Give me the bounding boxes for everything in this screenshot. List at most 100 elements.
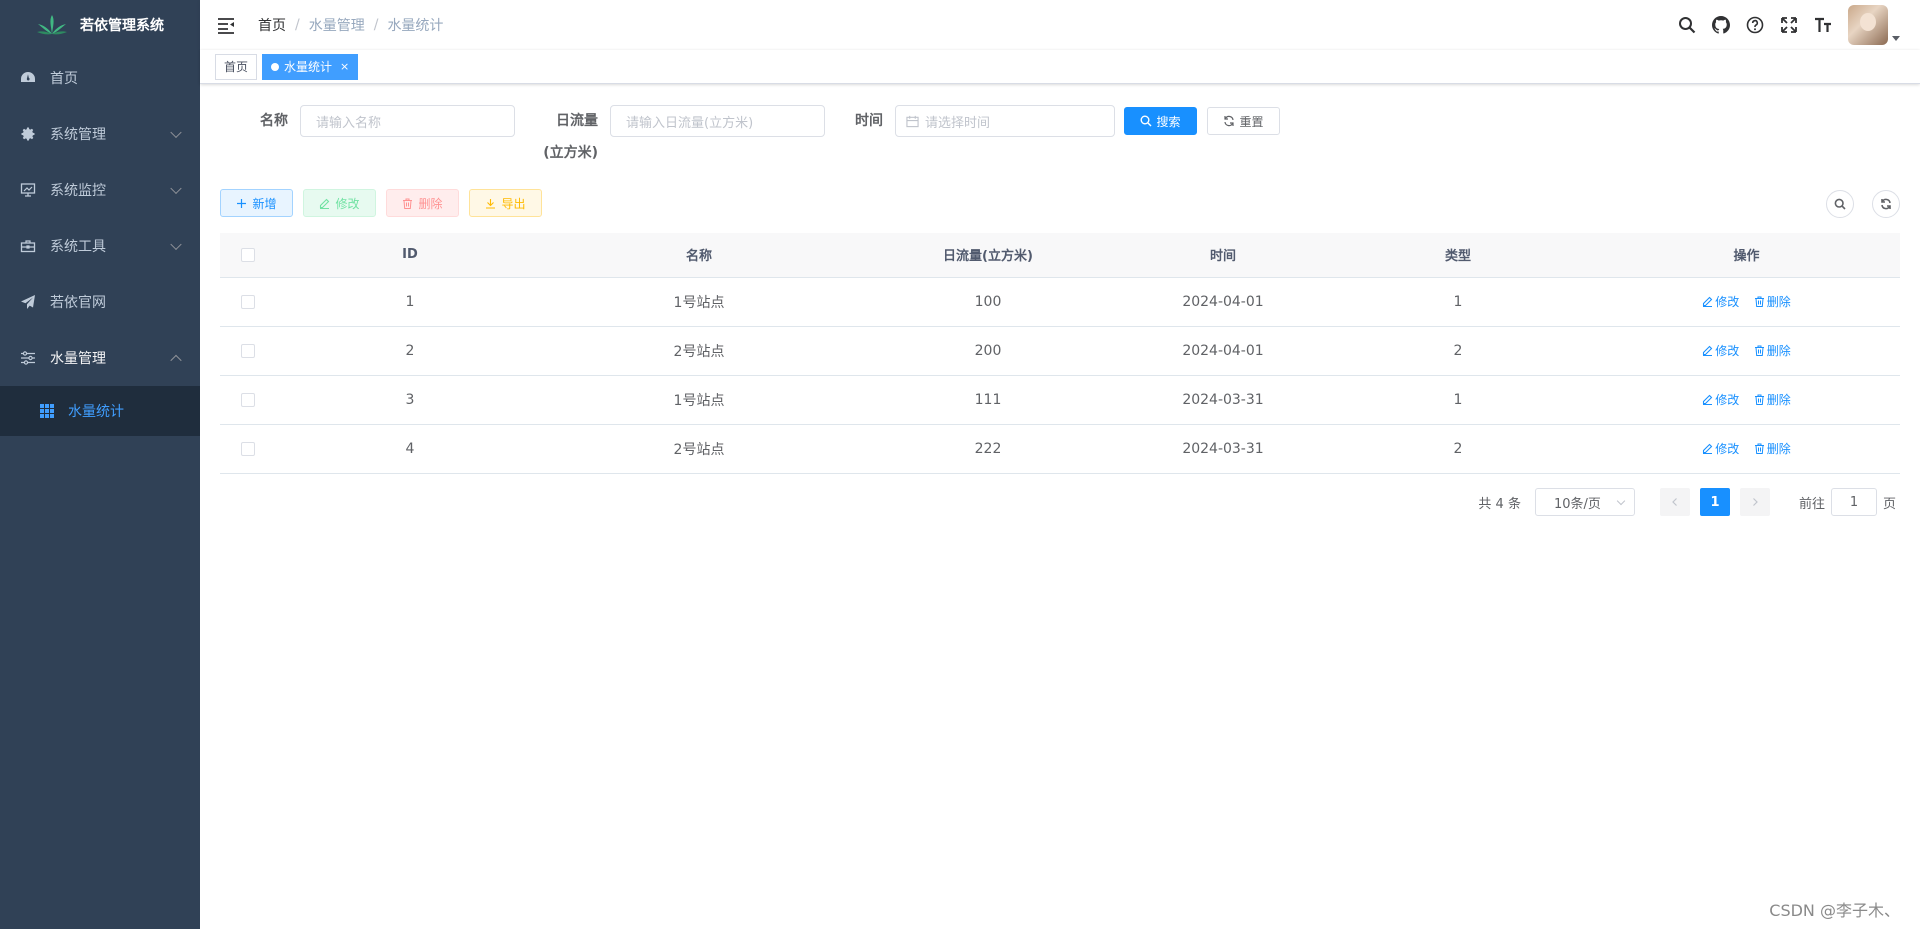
time-picker[interactable]: 请选择时间 bbox=[895, 105, 1115, 137]
export-button[interactable]: 导出 bbox=[469, 189, 542, 217]
flow-label-line1: 日流量 bbox=[556, 113, 598, 129]
breadcrumb-home[interactable]: 首页 bbox=[258, 15, 286, 35]
page-size-select[interactable]: 10条/页 bbox=[1534, 488, 1635, 516]
delete-button-label: 删除 bbox=[418, 196, 443, 211]
font-size-icon[interactable] bbox=[1806, 0, 1840, 50]
user-menu[interactable] bbox=[1848, 5, 1900, 45]
time-placeholder: 请选择时间 bbox=[925, 115, 991, 131]
col-header-name[interactable]: 名称 bbox=[545, 233, 853, 278]
cell-id: 2 bbox=[275, 326, 545, 376]
refresh-button[interactable] bbox=[1872, 190, 1900, 218]
data-table: ID 名称 日流量(立方米) 时间 类型 操作 1 1号站点 100 2024-… bbox=[220, 233, 1900, 474]
tag-water-stats[interactable]: 水量统计 × bbox=[262, 53, 359, 80]
chevron-down-icon bbox=[170, 238, 182, 251]
edit-button-label: 修改 bbox=[335, 196, 360, 211]
form-item-flow: 日流量 (立方米) 请输入日流量(立方米) bbox=[528, 105, 825, 169]
add-button-label: 新增 bbox=[252, 196, 277, 211]
search-button[interactable]: 搜索 bbox=[1124, 107, 1197, 135]
row-delete-label: 删除 bbox=[1766, 294, 1791, 309]
sidebar-subitem-water-stats[interactable]: 水量统计 bbox=[0, 386, 200, 436]
name-placeholder: 请输入名称 bbox=[316, 115, 382, 131]
hamburger-icon[interactable] bbox=[216, 15, 236, 35]
sidebar-item-tools[interactable]: 系统工具 bbox=[0, 218, 200, 274]
calendar-icon bbox=[906, 115, 919, 127]
col-header-time[interactable]: 时间 bbox=[1123, 233, 1323, 278]
page-button-1[interactable]: 1 bbox=[1699, 488, 1730, 516]
form-item-name: 名称 请输入名称 bbox=[248, 105, 515, 137]
sidebar-subitem-label: 水量统计 bbox=[68, 404, 124, 420]
flow-input[interactable]: 请输入日流量(立方米) bbox=[610, 105, 825, 137]
row-delete-link[interactable]: 删除 bbox=[1754, 342, 1791, 359]
sidebar-item-monitor[interactable]: 系统监控 bbox=[0, 162, 200, 218]
tag-label: 水量统计 bbox=[284, 59, 333, 74]
trash-icon bbox=[1754, 296, 1764, 307]
row-edit-link[interactable]: 修改 bbox=[1702, 293, 1739, 310]
close-icon[interactable]: × bbox=[340, 55, 349, 79]
gear-icon bbox=[20, 126, 36, 142]
fullscreen-icon[interactable] bbox=[1772, 0, 1806, 50]
prev-page-button[interactable] bbox=[1659, 488, 1690, 516]
cell-actions: 修改 删除 bbox=[1593, 326, 1900, 376]
row-checkbox[interactable] bbox=[240, 294, 255, 309]
trash-icon bbox=[1754, 443, 1764, 454]
github-icon[interactable] bbox=[1704, 0, 1738, 50]
toggle-search-button[interactable] bbox=[1826, 190, 1854, 218]
search-button-label: 搜索 bbox=[1156, 114, 1181, 129]
paper-plane-icon bbox=[20, 294, 36, 310]
table-row[interactable]: 4 2号站点 222 2024-03-31 2 修改 删除 bbox=[220, 424, 1900, 474]
col-header-flow[interactable]: 日流量(立方米) bbox=[853, 233, 1123, 278]
row-edit-link[interactable]: 修改 bbox=[1702, 391, 1739, 408]
name-input[interactable]: 请输入名称 bbox=[300, 105, 515, 137]
row-checkbox[interactable] bbox=[240, 392, 255, 407]
caret-down-icon bbox=[1892, 36, 1900, 41]
row-delete-label: 删除 bbox=[1766, 392, 1791, 407]
navbar: 首页 / 水量管理 / 水量统计 bbox=[200, 0, 1920, 50]
cell-flow: 111 bbox=[853, 375, 1123, 425]
avatar[interactable] bbox=[1848, 5, 1888, 45]
trash-icon bbox=[1754, 394, 1764, 405]
reset-button-label: 重置 bbox=[1239, 114, 1264, 129]
row-edit-link[interactable]: 修改 bbox=[1702, 440, 1739, 457]
col-header-type[interactable]: 类型 bbox=[1323, 233, 1593, 278]
goto-suffix: 页 bbox=[1882, 496, 1896, 512]
sidebar-item-website[interactable]: 若依官网 bbox=[0, 274, 200, 330]
help-icon[interactable] bbox=[1738, 0, 1772, 50]
next-page-button[interactable] bbox=[1739, 488, 1770, 516]
delete-button[interactable]: 删除 bbox=[386, 189, 459, 217]
name-label: 名称 bbox=[260, 113, 288, 129]
cell-name: 2号站点 bbox=[545, 326, 853, 376]
logo[interactable]: 若依管理系统 bbox=[0, 0, 200, 50]
refresh-icon bbox=[1224, 115, 1235, 127]
tag-home[interactable]: 首页 bbox=[215, 53, 258, 80]
row-checkbox[interactable] bbox=[240, 343, 255, 358]
col-header-id[interactable]: ID bbox=[275, 233, 545, 278]
sidebar-item-system[interactable]: 系统管理 bbox=[0, 106, 200, 162]
table-row[interactable]: 3 1号站点 111 2024-03-31 1 修改 删除 bbox=[220, 375, 1900, 425]
row-edit-label: 修改 bbox=[1715, 441, 1740, 456]
sidebar-item-label: 系统管理 bbox=[50, 127, 106, 143]
row-delete-link[interactable]: 删除 bbox=[1754, 391, 1791, 408]
cell-id: 4 bbox=[275, 424, 545, 474]
sidebar-item-water[interactable]: 水量管理 bbox=[0, 330, 200, 386]
search-icon[interactable] bbox=[1670, 0, 1704, 50]
row-delete-link[interactable]: 删除 bbox=[1754, 293, 1791, 310]
row-delete-link[interactable]: 删除 bbox=[1754, 440, 1791, 457]
goto-page-input[interactable]: 1 bbox=[1830, 488, 1877, 516]
table-row[interactable]: 1 1号站点 100 2024-04-01 1 修改 删除 bbox=[220, 277, 1900, 327]
row-delete-label: 删除 bbox=[1766, 343, 1791, 358]
cell-actions: 修改 删除 bbox=[1593, 424, 1900, 474]
select-all-checkbox[interactable] bbox=[240, 247, 255, 262]
table-row[interactable]: 2 2号站点 200 2024-04-01 2 修改 删除 bbox=[220, 326, 1900, 376]
reset-button[interactable]: 重置 bbox=[1207, 107, 1280, 135]
monitor-icon bbox=[20, 182, 36, 198]
add-button[interactable]: 新增 bbox=[220, 189, 293, 217]
cell-flow: 100 bbox=[853, 277, 1123, 327]
row-edit-link[interactable]: 修改 bbox=[1702, 342, 1739, 359]
toolbar: 新增 修改 删除 导出 bbox=[220, 189, 1900, 233]
sidebar-item-home[interactable]: 首页 bbox=[0, 50, 200, 106]
sidebar-item-label: 首页 bbox=[50, 71, 78, 87]
edit-button[interactable]: 修改 bbox=[303, 189, 376, 217]
row-checkbox[interactable] bbox=[240, 441, 255, 456]
row-delete-label: 删除 bbox=[1766, 441, 1791, 456]
chevron-down-icon bbox=[170, 126, 182, 139]
